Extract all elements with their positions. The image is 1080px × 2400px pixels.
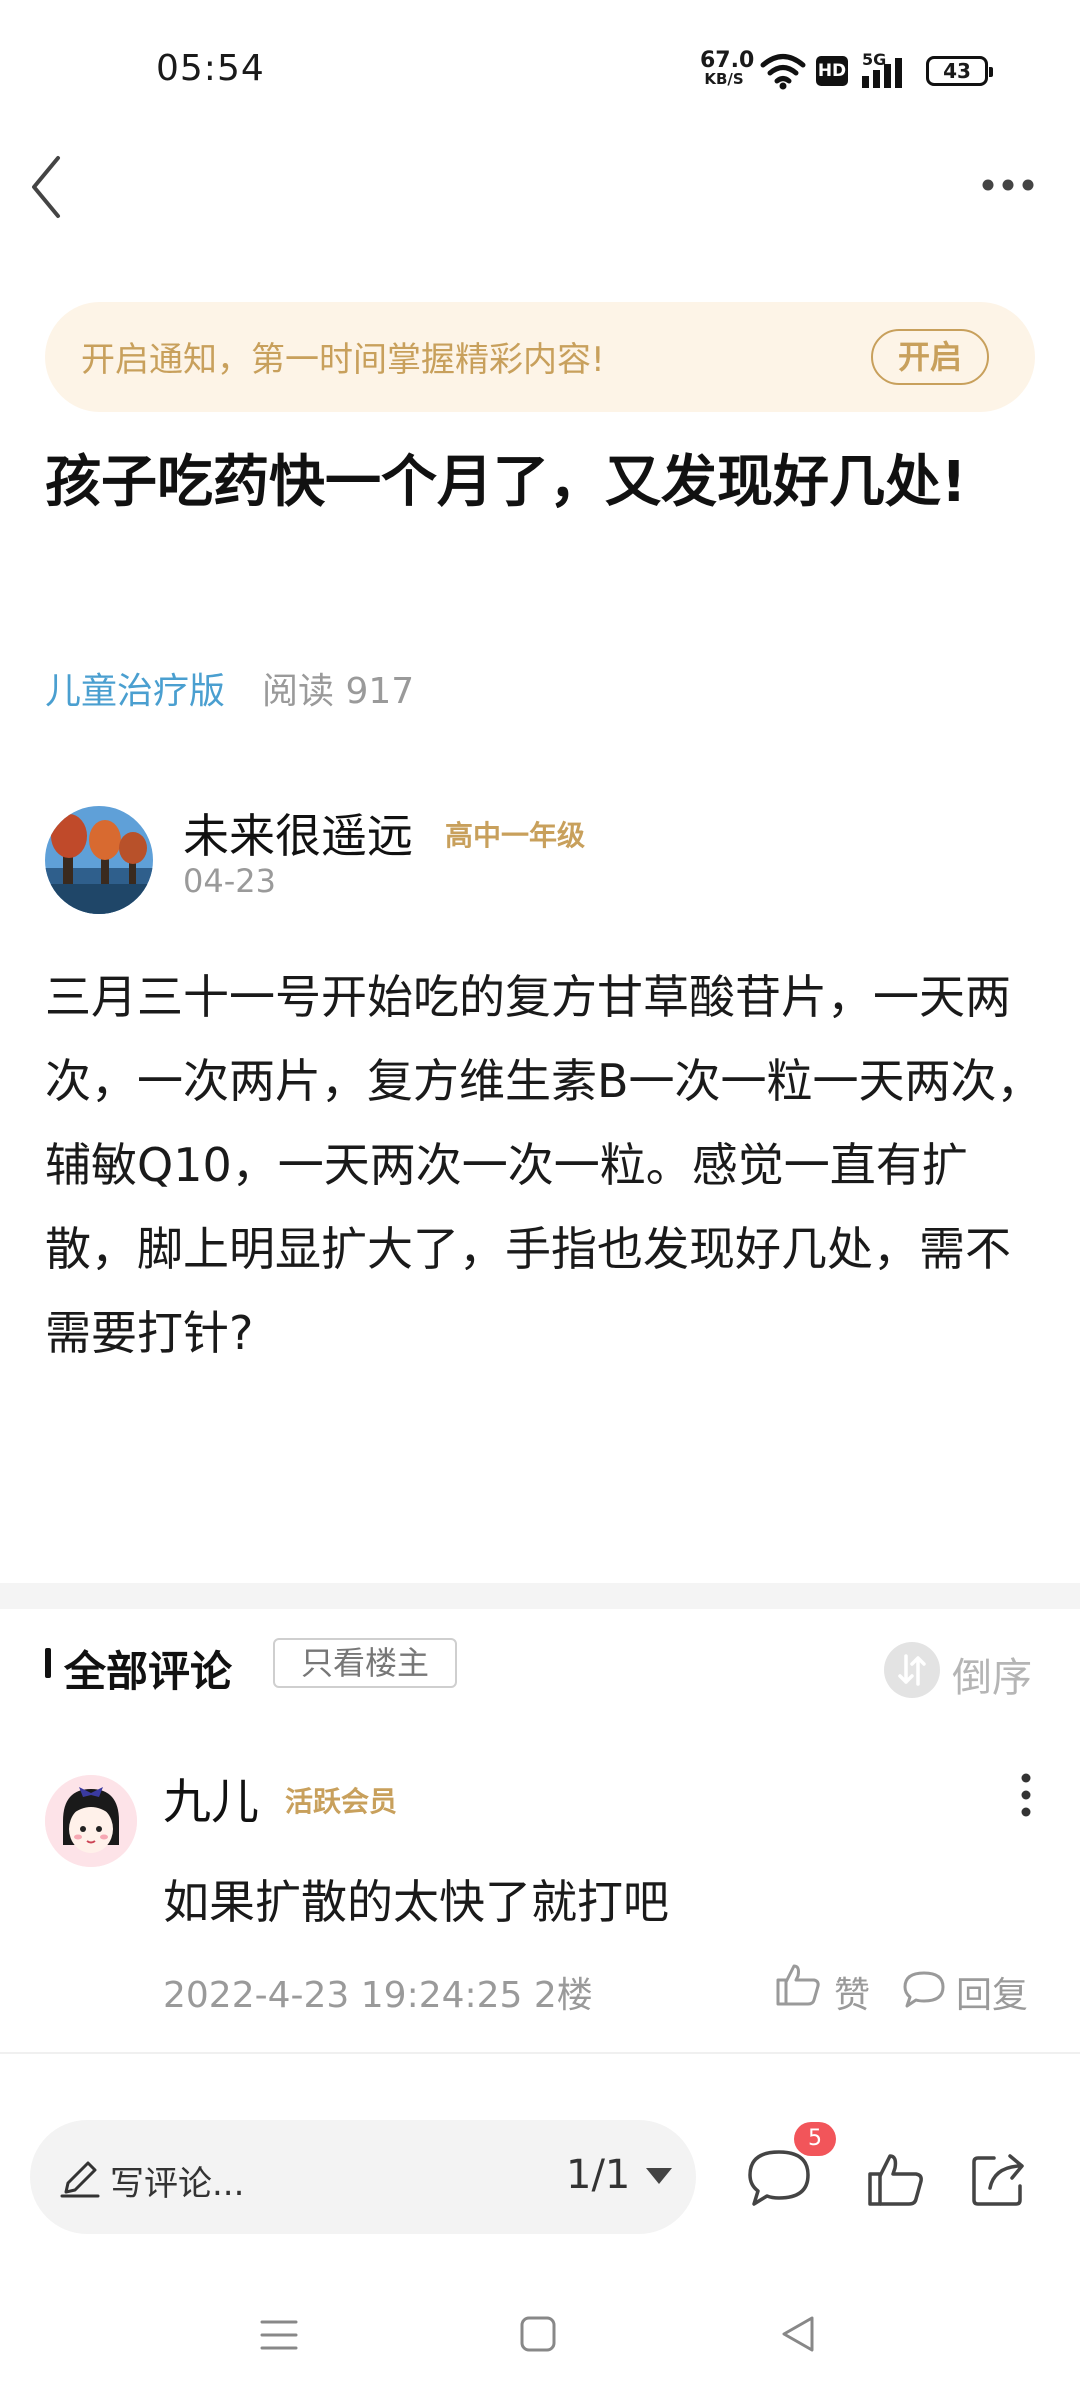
battery-indicator: 43 — [926, 56, 993, 86]
enable-notification-button[interactable]: 开启 — [871, 329, 989, 385]
write-comment-placeholder: 写评论... — [110, 2164, 245, 2204]
op-only-button[interactable]: 只看楼主 — [273, 1638, 457, 1688]
comment-count-badge: 5 — [794, 2122, 836, 2156]
system-home-icon[interactable] — [518, 2314, 558, 2354]
post-date: 04-23 — [183, 862, 276, 900]
board-link[interactable]: 儿童治疗版 — [45, 662, 225, 714]
like-icon[interactable] — [774, 1960, 822, 2008]
signal-icon — [862, 58, 902, 88]
read-count: 阅读 917 — [262, 671, 415, 712]
network-speed-value: 67.0 — [700, 48, 755, 73]
sort-label[interactable]: 倒序 — [952, 1645, 1032, 1703]
comment-icon[interactable] — [746, 2148, 812, 2208]
write-comment-input[interactable]: 写评论... 1/1 — [30, 2120, 696, 2234]
commenter-name[interactable]: 九儿 — [163, 1762, 259, 1832]
more-icon[interactable] — [978, 170, 1038, 200]
author-avatar[interactable] — [45, 806, 153, 914]
pen-icon — [60, 2161, 100, 2198]
comment-meta: 2022-4-23 19:24:25 2楼 — [163, 1975, 593, 2016]
sort-arrows-icon — [898, 1654, 926, 1686]
commenter-badge: 活跃会员 — [285, 1785, 398, 1818]
share-icon[interactable] — [968, 2148, 1030, 2210]
author-badge: 高中一年级 — [445, 819, 586, 852]
system-back-icon[interactable] — [778, 2314, 818, 2354]
comment-more-icon[interactable] — [1016, 1770, 1036, 1820]
comment-text: 如果扩散的太快了就打吧 — [163, 1875, 669, 1929]
avatar-image — [45, 1775, 137, 1867]
comments-title: 全部评论 — [64, 1647, 233, 1696]
wifi-icon — [760, 54, 806, 90]
like-label[interactable]: 赞 — [834, 1966, 870, 2018]
notification-banner: 开启通知，第一时间掌握精彩内容! 开启 — [45, 302, 1035, 412]
avatar-image — [45, 806, 153, 914]
notification-text: 开启通知，第一时间掌握精彩内容! — [81, 340, 605, 380]
network-speed: 67.0 KB/S — [700, 48, 755, 88]
reply-label[interactable]: 回复 — [956, 1966, 1028, 2018]
comment-separator — [0, 2052, 1080, 2054]
hd-icon: HD — [816, 56, 848, 86]
sort-icon[interactable] — [884, 1642, 940, 1698]
status-time: 05:54 — [156, 48, 265, 89]
post-body: 三月三十一号开始吃的复方甘草酸苷片，一天两次，一次两片，复方维生素B一次一粒一天… — [45, 970, 1043, 1360]
thumb-up-icon[interactable] — [864, 2148, 926, 2210]
reply-icon[interactable] — [902, 1970, 946, 2010]
system-menu-icon[interactable] — [260, 2318, 298, 2352]
network-speed-unit: KB/S — [704, 70, 744, 88]
chevron-down-icon[interactable] — [646, 2168, 672, 2184]
author-name[interactable]: 未来很遥远 — [183, 800, 413, 866]
comments-accent-bar — [45, 1648, 51, 1678]
page-indicator[interactable]: 1/1 — [566, 2152, 630, 2198]
back-icon[interactable] — [26, 152, 66, 222]
post-title: 孩子吃药快一个月了，又发现好几处! — [45, 450, 967, 515]
section-divider — [0, 1583, 1080, 1609]
commenter-avatar[interactable] — [45, 1775, 137, 1867]
